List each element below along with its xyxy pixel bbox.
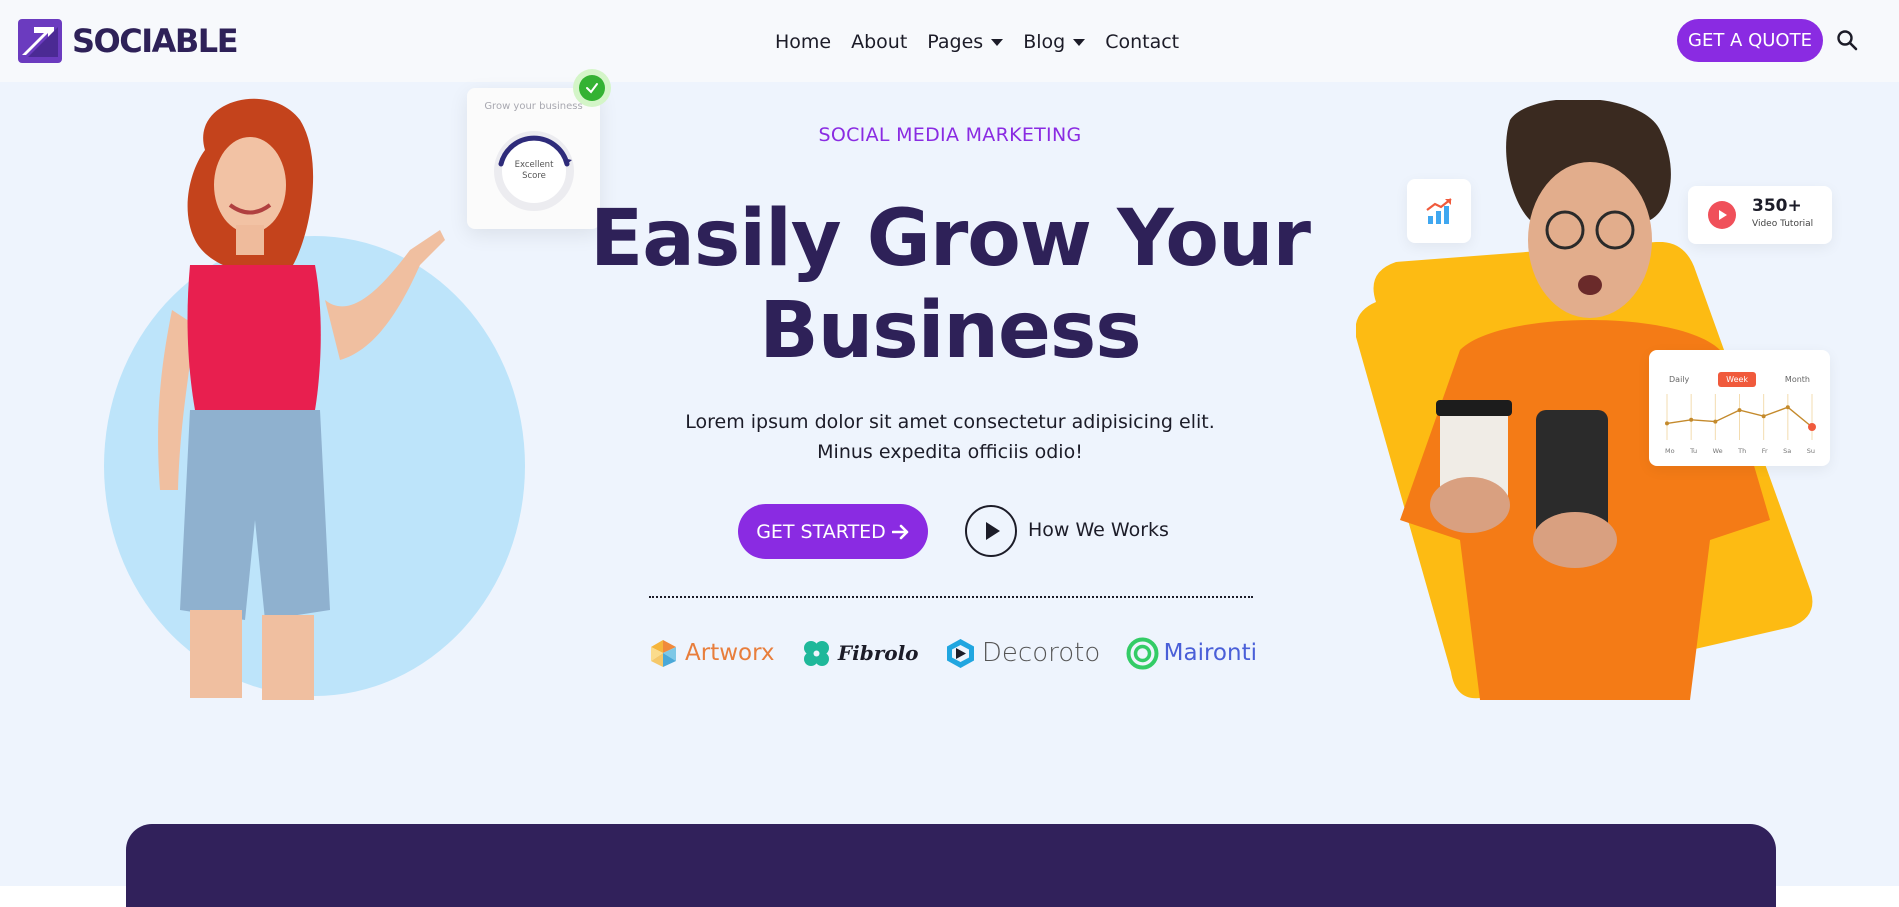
video-label: Video Tutorial: [1752, 219, 1814, 229]
nav-home[interactable]: Home: [775, 31, 831, 53]
bar-chart-up-icon: [1426, 198, 1452, 224]
get-a-quote-button[interactable]: GET A QUOTE: [1677, 19, 1823, 62]
stats-point: [1785, 405, 1790, 410]
weekly-stats-card: Daily Week Month Mo Tu We Th Fr Sa Su: [1649, 350, 1830, 466]
video-tutorial-card: 350+ Video Tutorial: [1688, 186, 1832, 244]
stats-day-label: Mo: [1665, 447, 1675, 455]
video-play-icon: [1708, 201, 1736, 229]
maironti-icon: [1126, 637, 1159, 669]
search-icon[interactable]: [1836, 29, 1858, 51]
nav-pages-label: Pages: [927, 31, 984, 53]
artworx-icon: [651, 639, 676, 667]
brand-decoroto: Decoroto: [944, 637, 1100, 670]
nav-blog-label: Blog: [1023, 31, 1066, 53]
video-count: 350+: [1752, 196, 1802, 216]
stats-day-label: Tu: [1690, 447, 1698, 455]
hero-headline-line2: Business: [759, 286, 1141, 376]
brand-maironti: Maironti: [1126, 637, 1257, 670]
get-started-button[interactable]: GET STARTED: [738, 504, 928, 559]
brand-artworx-name: Artworx: [685, 640, 775, 666]
brand-fibrolo: Fibrolo: [800, 637, 919, 670]
clover-icon: [803, 640, 829, 666]
nav-pages[interactable]: Pages: [927, 31, 1004, 53]
stats-point: [1713, 419, 1718, 424]
stats-day-label: Th: [1738, 447, 1747, 455]
stats-point: [1761, 414, 1766, 419]
main-nav: Home About Pages Blog Contact: [775, 28, 1179, 56]
logo-arrow-icon: [18, 19, 62, 63]
arrow-right-icon: [891, 524, 909, 539]
stats-day-label: We: [1712, 447, 1723, 455]
brand-fibrolo-name: Fibrolo: [837, 641, 919, 665]
nav-contact-label: Contact: [1105, 31, 1180, 53]
stats-line-chart: [1665, 394, 1816, 440]
stats-day-label: Sa: [1783, 447, 1792, 455]
stats-point: [1665, 421, 1669, 426]
score-label: Excellent Score: [514, 160, 554, 181]
growth-chart-chip: [1407, 179, 1471, 243]
check-icon: [573, 69, 611, 107]
purple-feature-panel: [126, 824, 1776, 907]
stats-day-label: Fr: [1761, 447, 1768, 455]
brand-artworx: Artworx: [647, 637, 775, 670]
stats-point: [1737, 408, 1742, 413]
nav-contact[interactable]: Contact: [1105, 31, 1179, 53]
decoroto-icon: [946, 638, 974, 668]
nav-about[interactable]: About: [851, 31, 907, 53]
hero-headline: Easily Grow Your Business: [580, 193, 1320, 377]
nav-about-label: About: [851, 31, 908, 53]
hero-description: Lorem ipsum dolor sit amet consectetur a…: [685, 411, 1215, 463]
stats-tab-week[interactable]: Week: [1718, 372, 1757, 387]
stats-tabs: Daily Week Month: [1661, 372, 1818, 387]
logo-text: SOCIABLE: [72, 22, 239, 60]
play-video-button[interactable]: [965, 505, 1017, 557]
nav-home-label: Home: [775, 31, 832, 53]
logo[interactable]: SOCIABLE: [18, 19, 239, 63]
stats-tab-daily[interactable]: Daily: [1661, 372, 1697, 387]
hero-headline-line1: Easily Grow Your: [589, 194, 1311, 284]
how-we-works-link[interactable]: How We Works: [1028, 519, 1169, 541]
brand-maironti-name: Maironti: [1163, 640, 1257, 666]
get-started-label: GET STARTED: [756, 520, 886, 543]
stats-day-label: Su: [1806, 447, 1815, 455]
stats-tab-month[interactable]: Month: [1777, 372, 1818, 387]
dotted-divider: [649, 596, 1253, 598]
stats-point: [1689, 417, 1694, 422]
stats-days: Mo Tu We Th Fr Sa Su: [1665, 447, 1815, 455]
nav-blog[interactable]: Blog: [1023, 31, 1086, 53]
stats-point: [1808, 423, 1816, 431]
navbar: SOCIABLE Home About Pages Blog Contact G…: [0, 0, 1899, 82]
brand-decoroto-name: Decoroto: [981, 638, 1101, 668]
caret-down-icon: [1073, 38, 1086, 46]
hero-eyebrow: SOCIAL MEDIA MARKETING: [818, 124, 1082, 146]
caret-down-icon: [991, 38, 1004, 46]
play-icon: [986, 522, 1000, 540]
brand-logos: Artworx Fibrolo Decoroto Maironti: [647, 635, 1257, 671]
